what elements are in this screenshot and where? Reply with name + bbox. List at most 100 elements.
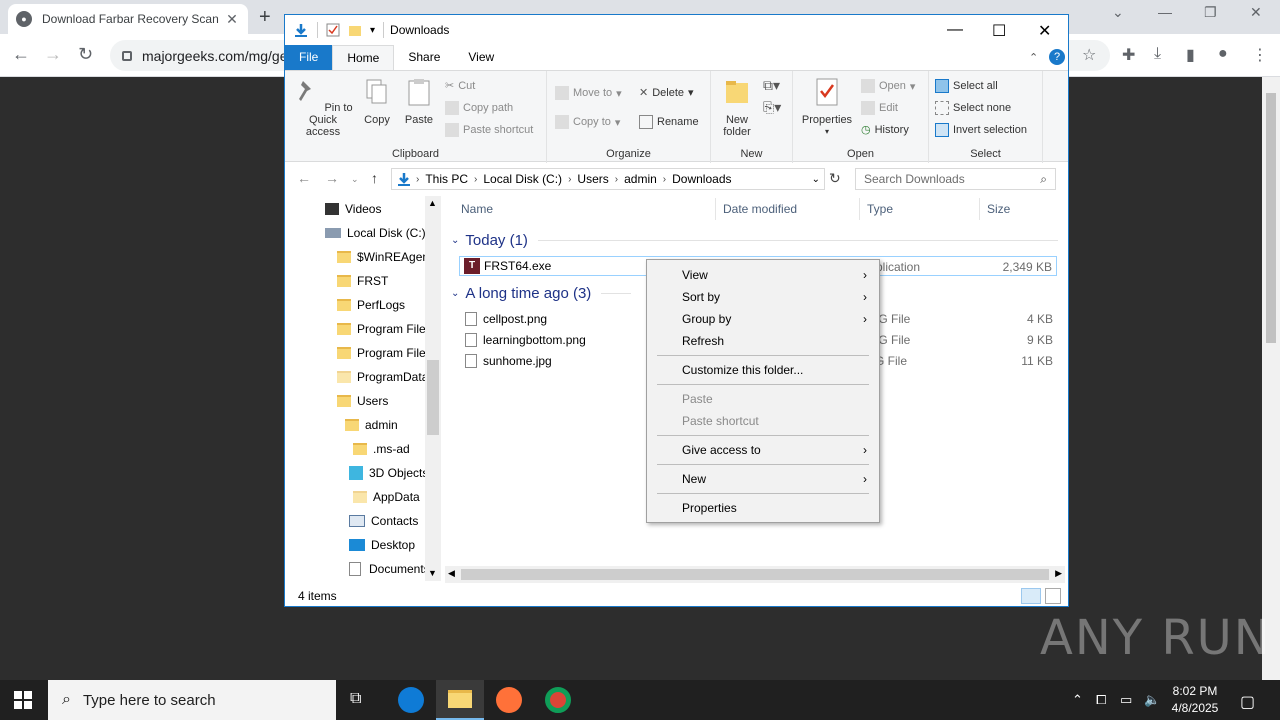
network-status-icon[interactable]: ⧠ bbox=[1096, 692, 1106, 708]
new-folder-quick-icon[interactable] bbox=[348, 23, 362, 37]
pin-quick-access-button[interactable]: Pin to Quick access bbox=[291, 77, 355, 138]
side-panel-icon[interactable]: ▮ bbox=[1186, 45, 1195, 65]
breadcrumb-users[interactable]: Users bbox=[571, 172, 614, 186]
back-icon[interactable]: ← bbox=[12, 44, 30, 65]
delete-button[interactable]: ✕ Delete ▾ bbox=[639, 86, 694, 100]
nav-item-contacts[interactable]: Contacts bbox=[349, 510, 418, 532]
menu-item-new[interactable]: New › bbox=[649, 468, 877, 490]
new-item-icon[interactable]: ⧉▾ bbox=[763, 77, 780, 94]
large-icons-view-icon[interactable] bbox=[1045, 588, 1061, 604]
forward-icon[interactable]: → bbox=[44, 44, 62, 65]
menu-item-properties[interactable]: Properties bbox=[649, 497, 877, 519]
column-header-date[interactable]: Date modified bbox=[723, 202, 797, 216]
breadcrumb-admin[interactable]: admin bbox=[618, 172, 663, 186]
tab-share[interactable]: Share bbox=[394, 45, 454, 70]
qat-dropdown-icon[interactable]: ▾ bbox=[370, 25, 375, 36]
copy-path-button[interactable]: Copy path bbox=[445, 101, 513, 115]
group-header-today[interactable]: ⌄ Today (1) bbox=[451, 232, 1058, 249]
select-none-button[interactable]: Select none bbox=[935, 101, 1011, 115]
group-header-long-ago[interactable]: ⌄ A long time ago (3) bbox=[451, 285, 632, 302]
address-dropdown-icon[interactable]: ⌄ bbox=[812, 174, 820, 185]
nav-item-users[interactable]: Users bbox=[337, 390, 388, 412]
firefox-icon[interactable] bbox=[496, 687, 522, 713]
properties-quick-icon[interactable] bbox=[326, 23, 340, 37]
nav-item-program-files-x86[interactable]: Program Files bbox=[337, 342, 432, 364]
new-tab-button[interactable]: + bbox=[259, 6, 271, 29]
menu-item-give-access[interactable]: Give access to › bbox=[649, 439, 877, 461]
restore-browser-button[interactable]: ❐ bbox=[1204, 4, 1217, 21]
nav-item-appdata[interactable]: AppData bbox=[353, 486, 420, 508]
history-button[interactable]: ◷ History bbox=[861, 123, 909, 137]
scroll-down-icon[interactable]: ▼ bbox=[428, 568, 437, 578]
windows-start-icon[interactable] bbox=[14, 691, 32, 709]
new-folder-button[interactable]: New folder bbox=[715, 77, 759, 138]
nav-item-frst[interactable]: FRST bbox=[337, 270, 388, 292]
details-view-icon[interactable] bbox=[1021, 588, 1041, 604]
nav-item-winreagent[interactable]: $WinREAgent bbox=[337, 246, 432, 268]
tab-view[interactable]: View bbox=[454, 45, 508, 70]
taskbar-explorer-active[interactable] bbox=[436, 680, 484, 720]
nav-item-program-files[interactable]: Program Files bbox=[337, 318, 432, 340]
page-scrollbar[interactable] bbox=[1262, 77, 1280, 680]
tab-search-icon[interactable]: ⌄ bbox=[1112, 4, 1124, 21]
task-view-icon[interactable]: ⧉ bbox=[350, 690, 361, 708]
nav-item-ms-ad[interactable]: .ms-ad bbox=[353, 438, 410, 460]
close-tab-icon[interactable]: ✕ bbox=[224, 11, 240, 28]
nav-item-videos[interactable]: Videos bbox=[325, 198, 381, 220]
nav-item-local-disk[interactable]: Local Disk (C:) bbox=[325, 222, 426, 244]
rename-button[interactable]: Rename bbox=[639, 115, 699, 129]
notifications-icon[interactable]: ▢ bbox=[1240, 692, 1255, 712]
edge-icon[interactable] bbox=[398, 687, 424, 713]
easy-access-icon[interactable]: ⎘▾ bbox=[763, 99, 781, 116]
menu-item-refresh[interactable]: Refresh bbox=[649, 330, 877, 352]
minimize-browser-button[interactable]: — bbox=[1158, 4, 1172, 20]
scroll-up-icon[interactable]: ▲ bbox=[428, 198, 437, 208]
close-browser-button[interactable]: ✕ bbox=[1250, 4, 1262, 21]
file-list-hscrollbar[interactable]: ◀ ▶ bbox=[445, 566, 1065, 583]
volume-icon[interactable]: 🔈 bbox=[1144, 692, 1160, 708]
minimize-button[interactable]: — bbox=[947, 21, 963, 39]
nav-pane-scrollbar[interactable]: ▲ ▼ bbox=[425, 196, 441, 581]
back-nav-icon[interactable]: ← bbox=[297, 170, 311, 186]
breadcrumb-this-pc[interactable]: This PC bbox=[419, 172, 474, 186]
browser-tab[interactable]: ● Download Farbar Recovery Scan ✕ bbox=[8, 4, 248, 34]
menu-icon[interactable]: ⋮ bbox=[1252, 45, 1268, 65]
scroll-left-icon[interactable]: ◀ bbox=[448, 568, 455, 579]
menu-item-sort-by[interactable]: Sort by › bbox=[649, 286, 877, 308]
download-icon[interactable]: ⤓ bbox=[1154, 45, 1161, 63]
breadcrumb-downloads[interactable]: Downloads bbox=[666, 172, 737, 186]
menu-item-paste-shortcut[interactable]: Paste shortcut bbox=[649, 410, 877, 432]
network-icon[interactable]: ▭ bbox=[1120, 692, 1132, 708]
chrome-icon[interactable] bbox=[545, 687, 571, 713]
refresh-icon[interactable]: ↻ bbox=[829, 170, 841, 187]
tab-home[interactable]: Home bbox=[332, 45, 395, 70]
select-all-button[interactable]: Select all bbox=[935, 79, 998, 93]
menu-item-customize-folder[interactable]: Customize this folder... bbox=[649, 359, 877, 381]
maximize-button[interactable]: ☐ bbox=[992, 21, 1006, 41]
reload-icon[interactable]: ↻ bbox=[78, 44, 93, 65]
close-window-button[interactable]: ✕ bbox=[1038, 21, 1051, 41]
menu-item-paste[interactable]: Paste bbox=[649, 388, 877, 410]
open-button[interactable]: Open ▾ bbox=[861, 79, 915, 93]
column-header-type[interactable]: Type bbox=[867, 202, 893, 216]
recent-dropdown-icon[interactable]: ⌄ bbox=[351, 174, 359, 185]
copy-button[interactable]: Copy bbox=[359, 77, 395, 126]
explorer-address-bar[interactable]: › This PC › Local Disk (C:) › Users › ad… bbox=[391, 168, 825, 190]
breadcrumb-local-disk[interactable]: Local Disk (C:) bbox=[477, 172, 568, 186]
nav-item-3d-objects[interactable]: 3D Objects bbox=[349, 462, 428, 484]
edit-button[interactable]: Edit bbox=[861, 101, 898, 115]
search-downloads-input[interactable]: Search Downloads ⌕ bbox=[855, 168, 1056, 190]
tab-file[interactable]: File bbox=[285, 45, 333, 70]
menu-item-view[interactable]: View › bbox=[649, 264, 877, 286]
copy-to-button[interactable]: Copy to ▾ bbox=[555, 115, 620, 129]
extensions-icon[interactable]: ✚ bbox=[1122, 45, 1135, 65]
nav-item-documents[interactable]: Documents bbox=[349, 558, 430, 580]
bookmark-star-icon[interactable]: ☆ bbox=[1082, 45, 1096, 65]
invert-selection-button[interactable]: Invert selection bbox=[935, 123, 1027, 137]
nav-item-perflogs[interactable]: PerfLogs bbox=[337, 294, 405, 316]
forward-nav-icon[interactable]: → bbox=[325, 170, 339, 186]
nav-item-admin[interactable]: admin bbox=[345, 414, 398, 436]
taskbar-search-box[interactable]: ⌕ Type here to search bbox=[48, 680, 336, 720]
menu-item-group-by[interactable]: Group by › bbox=[649, 308, 877, 330]
paste-shortcut-button[interactable]: Paste shortcut bbox=[445, 123, 533, 137]
